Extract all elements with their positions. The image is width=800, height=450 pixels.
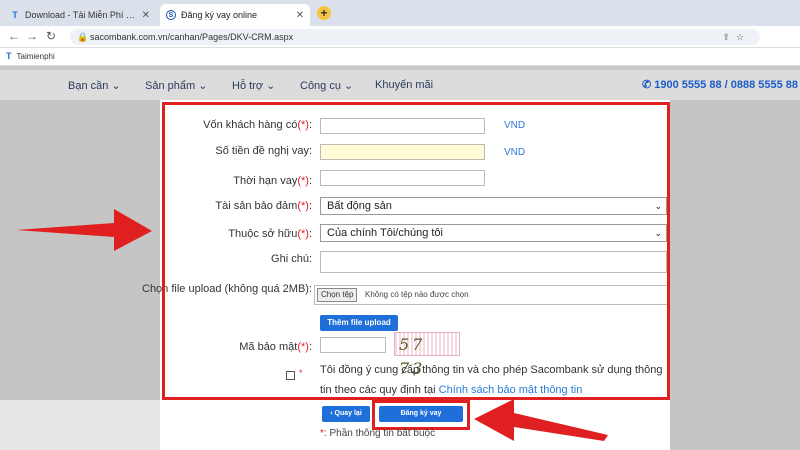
close-icon[interactable]: ✕	[296, 10, 304, 21]
background-right	[670, 100, 800, 450]
forward-arrow-icon[interactable]: →	[26, 29, 38, 43]
bookmarks-bar: T Taimienphi	[0, 48, 800, 66]
back-arrow-icon[interactable]: ←	[8, 29, 20, 43]
nav-item-san-pham[interactable]: Sản phẩm ⌄	[145, 79, 207, 92]
nav-label: Khuyến mãi	[375, 79, 434, 91]
footnote-text: : Phần thông tin bắt buộc	[323, 428, 436, 439]
nav-label: Công cụ	[300, 80, 341, 92]
sacombank-favicon-icon: S	[166, 10, 176, 20]
address-bar: ← → ↻ 🔒 sacombank.com.vn/canhan/Pages/DK…	[0, 26, 800, 48]
browser-tab[interactable]: T Download - Tải Miễn Phí VN - Ph ✕	[4, 4, 156, 26]
chevron-down-icon: ⌄	[266, 80, 276, 92]
nav-label: Hỗ trợ	[232, 80, 264, 92]
browser-tab-active[interactable]: S Đăng ký vay online ✕	[160, 4, 310, 26]
chevron-down-icon: ⌄	[198, 80, 208, 92]
chevron-down-icon: ⌄	[344, 80, 354, 92]
background-left	[0, 100, 160, 450]
phone-icon: ✆	[642, 79, 652, 91]
site-nav: Bạn cần ⌄ Sản phẩm ⌄ Hỗ trợ ⌄ Công cụ ⌄ …	[0, 70, 800, 100]
bookmark-label: Taimienphi	[16, 51, 55, 61]
back-button[interactable]: ‹ Quay lại	[322, 406, 370, 422]
taimienphi-favicon-icon: T	[12, 10, 18, 20]
url-field[interactable]: 🔒 sacombank.com.vn/canhan/Pages/DKV-CRM.…	[70, 29, 760, 45]
taimienphi-bookmark-icon: T	[6, 51, 12, 61]
nav-item-cong-cu[interactable]: Công cụ ⌄	[300, 79, 353, 92]
pointer-arrow-right-icon	[16, 209, 152, 251]
new-tab-button[interactable]: +	[317, 6, 331, 20]
tab-title: Download - Tải Miễn Phí VN - Ph	[25, 10, 138, 20]
highlight-box-form	[162, 102, 670, 400]
reload-icon[interactable]: ↻	[46, 29, 56, 43]
pointer-arrow-left-icon	[474, 399, 608, 441]
browser-actions-icons[interactable]: ⇪☆	[722, 29, 750, 45]
back-button-label: Quay lại	[334, 410, 362, 417]
nav-item-ho-tro[interactable]: Hỗ trợ ⌄	[232, 79, 275, 92]
lock-icon: 🔒	[77, 32, 89, 42]
chevron-left-icon: ‹	[330, 410, 333, 417]
tab-title: Đăng ký vay online	[181, 10, 258, 20]
nav-item-ban-can[interactable]: Bạn cần ⌄	[68, 79, 121, 92]
chevron-down-icon: ⌄	[111, 80, 121, 92]
bookmark-item[interactable]: T Taimienphi	[6, 51, 55, 61]
hotline[interactable]: ✆ 1900 5555 88 / 0888 5555 88	[642, 78, 798, 91]
nav-label: Bạn cần	[68, 80, 109, 92]
required-footnote: *: Phần thông tin bắt buộc	[320, 428, 435, 439]
close-icon[interactable]: ✕	[142, 10, 150, 21]
background-panel	[0, 400, 160, 450]
nav-label: Sản phẩm	[145, 80, 196, 92]
nav-item-khuyen-mai[interactable]: Khuyến mãi	[375, 79, 433, 91]
browser-tab-bar: T Download - Tải Miễn Phí VN - Ph ✕ S Đă…	[0, 0, 800, 26]
url-text: sacombank.com.vn/canhan/Pages/DKV-CRM.as…	[90, 32, 294, 42]
hotline-number: 1900 5555 88 / 0888 5555 88	[654, 79, 799, 91]
highlight-box-submit	[372, 400, 470, 430]
